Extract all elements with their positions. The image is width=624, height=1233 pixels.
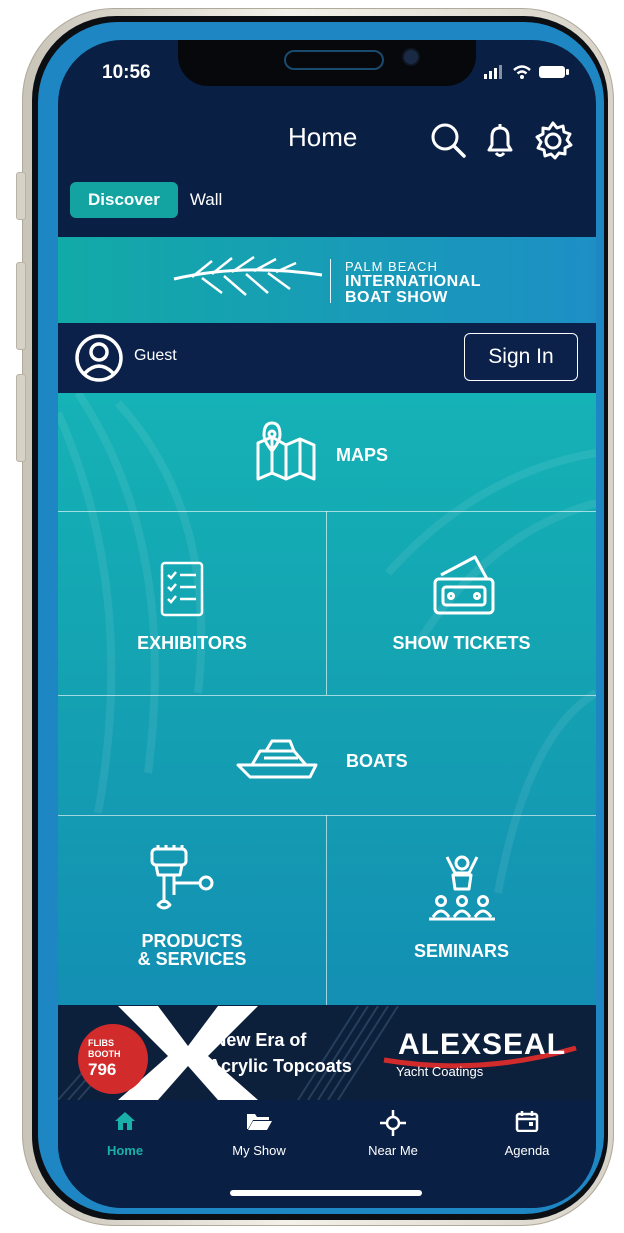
silent-switch (16, 172, 26, 220)
bell-icon[interactable] (480, 120, 520, 160)
nav-agenda[interactable]: Agenda (460, 1110, 594, 1158)
crosshair-icon (380, 1110, 406, 1136)
front-camera (404, 50, 418, 64)
signal-icon (484, 65, 502, 79)
nav-near-me-label: Near Me (368, 1143, 418, 1158)
banner-line1: PALM BEACH (345, 259, 438, 274)
tile-exhibitors[interactable]: EXHIBITORS (58, 511, 326, 695)
user-name: Guest (134, 347, 177, 364)
nav-home-label: Home (106, 1143, 144, 1158)
calendar-icon (515, 1111, 539, 1133)
home-indicator[interactable] (230, 1190, 422, 1196)
tile-seminars-label: SEMINARS (413, 941, 509, 961)
booth-badge: FLIBS BOOTH 796 (78, 1024, 148, 1094)
speaker-grille (284, 50, 384, 70)
avatar-icon[interactable] (74, 333, 124, 383)
tile-boats[interactable]: BOATS (58, 695, 596, 815)
tile-show-tickets-label: SHOW TICKETS (392, 633, 531, 653)
status-time: 10:56 (102, 62, 151, 83)
ad-headline-line1: A New Era of (196, 1030, 307, 1050)
nav-agenda-label: Agenda (504, 1143, 550, 1158)
nav-my-show-label: My Show (232, 1143, 286, 1158)
banner-line3: BOAT SHOW (345, 289, 448, 306)
badge-line2: BOOTH (88, 1049, 121, 1059)
badge-number: 796 (88, 1060, 117, 1079)
nav-near-me[interactable]: Near Me (326, 1110, 460, 1158)
tile-maps[interactable]: MAPS (58, 393, 596, 511)
battery-icon (539, 66, 569, 78)
gear-icon[interactable] (532, 120, 574, 162)
page-title: Home (288, 122, 358, 152)
screen: 10:56 Home Discover Wall PALM BEACH INTE… (58, 40, 596, 1208)
tab-wall[interactable]: Wall (178, 182, 234, 218)
outboard-motor-icon (150, 845, 214, 910)
ad-brand: ALEXSEAL (398, 1028, 567, 1061)
volume-up-button (16, 262, 26, 350)
user-bar: Guest Sign In (58, 323, 596, 393)
palm-frond-logo-icon (173, 255, 323, 296)
tile-products-services[interactable]: PRODUCTS & SERVICES (58, 815, 326, 1005)
sign-in-button[interactable]: Sign In (464, 333, 578, 381)
tab-discover[interactable]: Discover (70, 182, 178, 218)
wifi-icon (513, 65, 531, 79)
nav-my-show[interactable]: My Show (192, 1110, 326, 1158)
tab-bar: Discover Wall (70, 182, 234, 218)
ad-banner[interactable]: FLIBS BOOTH 796 A New Era of Acrylic Top… (58, 1006, 596, 1100)
ad-brand-sub: Yacht Coatings (396, 1064, 484, 1079)
tile-seminars[interactable]: SEMINARS (327, 815, 596, 1005)
menu-grid: MAPS EXHIBITORS SHOW TICKETS BOATS PRODU… (58, 393, 596, 1005)
badge-line1: FLIBS (88, 1038, 114, 1048)
home-icon (115, 1112, 135, 1130)
tile-exhibitors-label: EXHIBITORS (137, 633, 247, 653)
search-icon[interactable] (428, 120, 468, 160)
notch (178, 40, 476, 86)
show-banner: PALM BEACH INTERNATIONAL BOAT SHOW (58, 237, 596, 323)
tile-maps-label: MAPS (336, 445, 389, 465)
tile-products-line2: & SERVICES (137, 949, 247, 969)
volume-down-button (16, 374, 26, 462)
seminar-audience-icon (429, 855, 495, 921)
folder-icon (247, 1114, 272, 1130)
tile-show-tickets[interactable]: SHOW TICKETS (327, 511, 596, 695)
status-icons (484, 64, 570, 80)
banner-divider (330, 259, 331, 303)
checklist-icon (160, 561, 204, 617)
nav-home[interactable]: Home (58, 1110, 192, 1158)
ticket-icon (433, 555, 495, 615)
bottom-nav: Home My Show Near Me Agenda (58, 1100, 596, 1208)
tile-boats-label: BOATS (346, 751, 408, 771)
ad-headline-line2: Acrylic Topcoats (208, 1056, 352, 1076)
